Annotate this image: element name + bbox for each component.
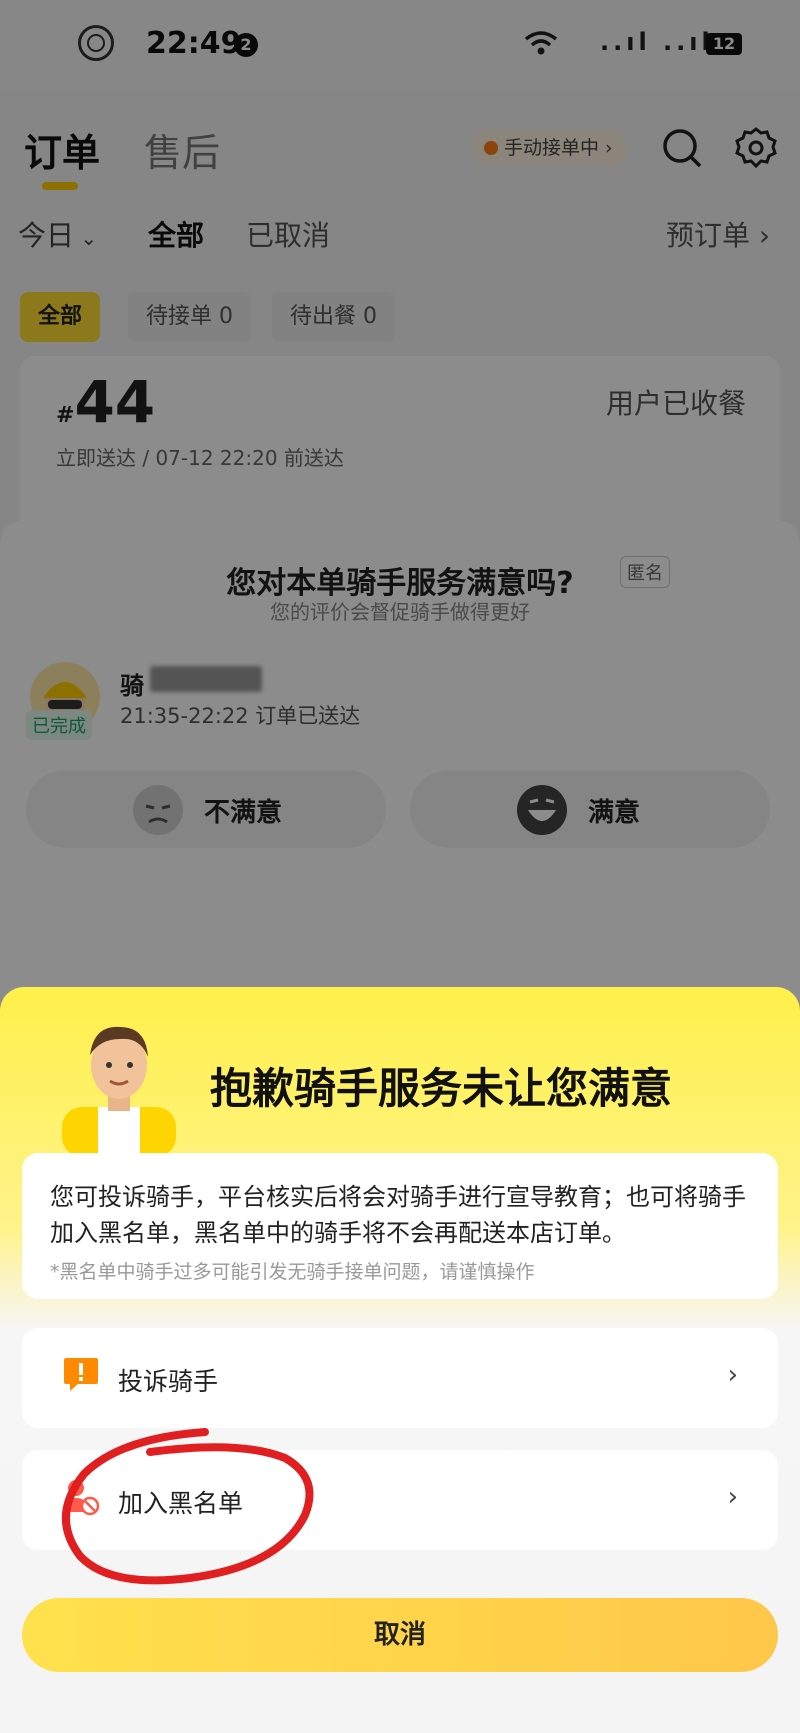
red-annotation-circle	[62, 1428, 314, 1585]
